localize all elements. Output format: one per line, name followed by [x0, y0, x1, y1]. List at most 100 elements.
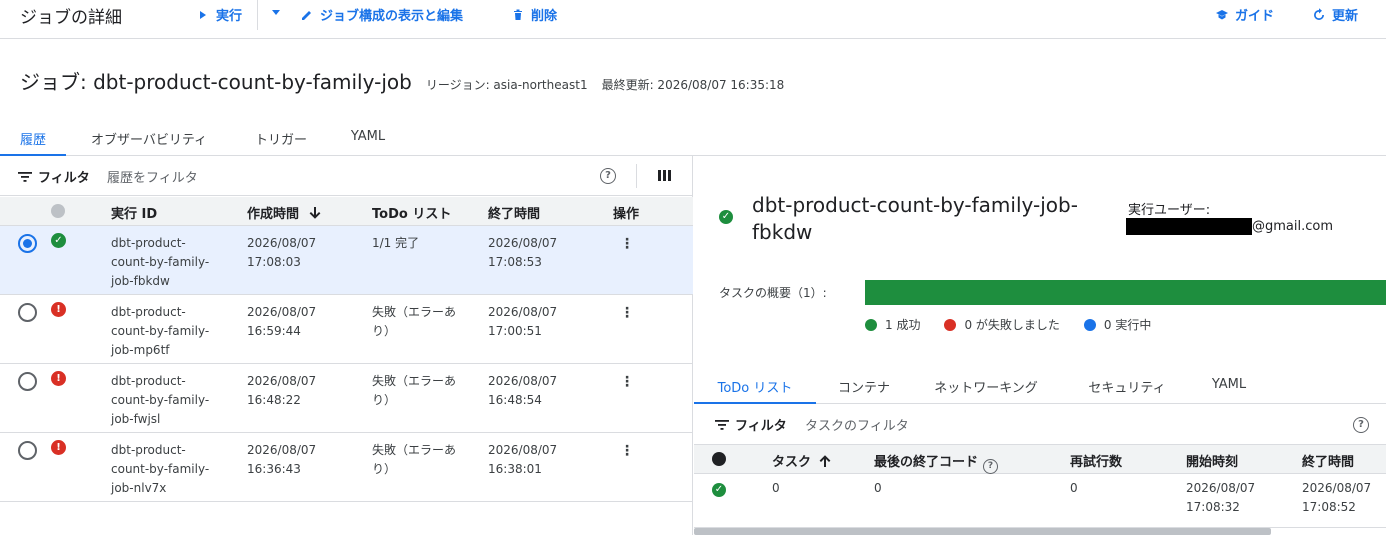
- task-retries: 0: [1070, 481, 1078, 495]
- filter-icon: [18, 171, 32, 182]
- error-icon: !: [51, 302, 66, 317]
- more-vert-icon[interactable]: ⋮: [620, 305, 634, 321]
- job-region: リージョン: asia-northeast1: [425, 78, 588, 92]
- col-created-label: 作成時間: [247, 207, 300, 222]
- task-end-time: 2026/08/07 17:08:52: [1302, 481, 1372, 514]
- guide-label: ガイド: [1235, 9, 1275, 24]
- end-time: 2026/08/07 16:48:54: [488, 374, 558, 407]
- created-time: 2026/08/07 16:36:43: [247, 443, 317, 476]
- execution-detail-pane: ✓ dbt-product-count-by-family-job- fbkdw…: [694, 156, 1386, 535]
- tab-triggers[interactable]: トリガー: [244, 118, 318, 156]
- tab-containers[interactable]: コンテナ: [826, 368, 902, 404]
- row-radio[interactable]: [18, 303, 37, 322]
- task-filter-button[interactable]: フィルタ: [715, 415, 787, 434]
- tab-history[interactable]: 履歴: [0, 118, 66, 156]
- row-radio[interactable]: [18, 234, 37, 253]
- help-icon[interactable]: ?: [1353, 417, 1369, 433]
- legend-running: 0 実行中: [1083, 316, 1151, 333]
- pencil-icon: [302, 10, 311, 20]
- redacted-block: [1126, 218, 1252, 235]
- execution-id[interactable]: dbt-product-count-by-family-job-fbkdw: [111, 234, 209, 291]
- help-icon[interactable]: ?: [600, 168, 616, 184]
- executor-email: @gmail.com: [1126, 218, 1333, 235]
- end-time: 2026/08/07 17:08:53: [488, 236, 558, 269]
- col-retries: 再試行数: [1070, 455, 1123, 470]
- success-dot-icon: [865, 318, 877, 331]
- tab-security[interactable]: セキュリティ: [1078, 368, 1176, 404]
- play-icon: [200, 10, 206, 19]
- row-radio[interactable]: [18, 372, 37, 391]
- col-task-label: タスク: [772, 455, 812, 470]
- execution-title: dbt-product-count-by-family-job- fbkdw: [752, 193, 1078, 244]
- task-start-time: 2026/08/07 17:08:32: [1186, 481, 1256, 514]
- tab-networking[interactable]: ネットワーキング: [924, 368, 1048, 404]
- tab-exec-yaml[interactable]: YAML: [1200, 368, 1258, 404]
- top-toolbar: ジョブの詳細 実行 ジョブ構成の表示と編集 削除 ガイド 更新: [0, 0, 1386, 39]
- guide-button[interactable]: ガイド: [1215, 5, 1274, 24]
- job-title: ジョブ: dbt-product-count-by-family-job: [20, 70, 412, 94]
- created-time: 2026/08/07 16:59:44: [247, 305, 317, 338]
- legend-failed: 0 が失敗しました: [944, 316, 1060, 333]
- col-end-time: 終了時間: [488, 207, 541, 222]
- run-options-dropdown[interactable]: [269, 5, 283, 19]
- history-pane: フィルタ 履歴をフィルタ ? 実行 ID 作成時間 ToDo リスト 終了時間 …: [0, 156, 693, 535]
- run-label: 実行: [216, 9, 243, 24]
- table-row[interactable]: ! dbt-product-count-by-family-job-mp6tf …: [0, 295, 693, 364]
- horizontal-scrollbar[interactable]: [694, 528, 1271, 535]
- end-time: 2026/08/07 17:00:51: [488, 305, 558, 338]
- success-icon: ✓: [719, 210, 733, 224]
- todo-status: 失敗（エラーあ り）: [372, 443, 457, 476]
- edit-config-label: ジョブ構成の表示と編集: [320, 9, 464, 24]
- col-execution-id: 実行 ID: [111, 207, 158, 222]
- task-filter-bar: フィルタ タスクのフィルタ ?: [694, 405, 1386, 445]
- tab-yaml[interactable]: YAML: [340, 118, 396, 156]
- created-time: 2026/08/07 17:08:03: [247, 236, 317, 269]
- job-header: ジョブ: dbt-product-count-by-family-job リージ…: [20, 66, 784, 95]
- history-filter-input[interactable]: 履歴をフィルタ: [107, 167, 198, 186]
- col-created-time[interactable]: 作成時間: [247, 203, 321, 222]
- more-vert-icon[interactable]: ⋮: [620, 374, 634, 390]
- execution-id[interactable]: dbt-product-count-by-family-job-nlv7x: [111, 441, 209, 498]
- job-last-updated: 最終更新: 2026/08/07 16:35:18: [601, 78, 785, 92]
- status-column-icon: [51, 204, 65, 218]
- table-row[interactable]: ✓ dbt-product-count-by-family-job-fbkdw …: [0, 226, 693, 295]
- table-row[interactable]: ! dbt-product-count-by-family-job-fwjsl …: [0, 364, 693, 433]
- main-tabs: 履歴 オブザーバビリティ トリガー YAML: [0, 118, 1386, 156]
- help-icon[interactable]: ?: [983, 459, 999, 474]
- task-row[interactable]: ✓ 0 0 0 2026/08/07 17:08:32 2026/08/07 17:…: [694, 474, 1386, 528]
- execution-id[interactable]: dbt-product-count-by-family-job-mp6tf: [111, 303, 209, 360]
- tab-observability[interactable]: オブザーバビリティ: [76, 118, 222, 156]
- col-task[interactable]: タスク: [772, 451, 831, 470]
- refresh-button[interactable]: 更新: [1312, 5, 1358, 24]
- col-exit-code-label: 最後の終了コード: [874, 455, 979, 470]
- history-filter-button[interactable]: フィルタ: [18, 167, 90, 186]
- column-display-icon[interactable]: [658, 169, 671, 182]
- arrow-down-icon: [309, 206, 321, 219]
- row-radio[interactable]: [18, 441, 37, 460]
- task-exit-code: 0: [874, 481, 882, 495]
- refresh-icon: [1314, 7, 1324, 20]
- running-dot-icon: [1083, 318, 1096, 331]
- task-progress-bar: [865, 280, 1386, 305]
- execution-id[interactable]: dbt-product-count-by-family-job-fwjsl: [111, 372, 209, 429]
- col-exit-code: 最後の終了コード ?: [874, 451, 999, 474]
- created-time: 2026/08/07 16:48:22: [247, 374, 317, 407]
- more-vert-icon[interactable]: ⋮: [620, 443, 634, 459]
- table-row[interactable]: ! dbt-product-count-by-family-job-nlv7x …: [0, 433, 693, 502]
- toolbar-divider: [257, 0, 258, 30]
- failed-dot-icon: [944, 318, 957, 331]
- success-icon: ✓: [712, 483, 726, 497]
- arrow-up-icon: [819, 454, 831, 467]
- executor-label: 実行ユーザー:: [1128, 203, 1211, 218]
- filter-divider: [636, 164, 637, 188]
- run-button[interactable]: 実行: [196, 5, 242, 24]
- page-title: ジョブの詳細: [20, 8, 122, 28]
- chevron-down-icon: [272, 10, 280, 15]
- tab-todo-list[interactable]: ToDo リスト: [694, 368, 816, 404]
- task-table-header: タスク 最後の終了コード ? 再試行数 開始時刻 終了時間: [694, 445, 1386, 474]
- edit-config-button[interactable]: ジョブ構成の表示と編集: [300, 5, 463, 24]
- col-todo-list: ToDo リスト: [372, 207, 452, 222]
- delete-button[interactable]: 削除: [511, 5, 557, 24]
- more-vert-icon[interactable]: ⋮: [620, 236, 634, 252]
- task-filter-input[interactable]: タスクのフィルタ: [805, 415, 909, 434]
